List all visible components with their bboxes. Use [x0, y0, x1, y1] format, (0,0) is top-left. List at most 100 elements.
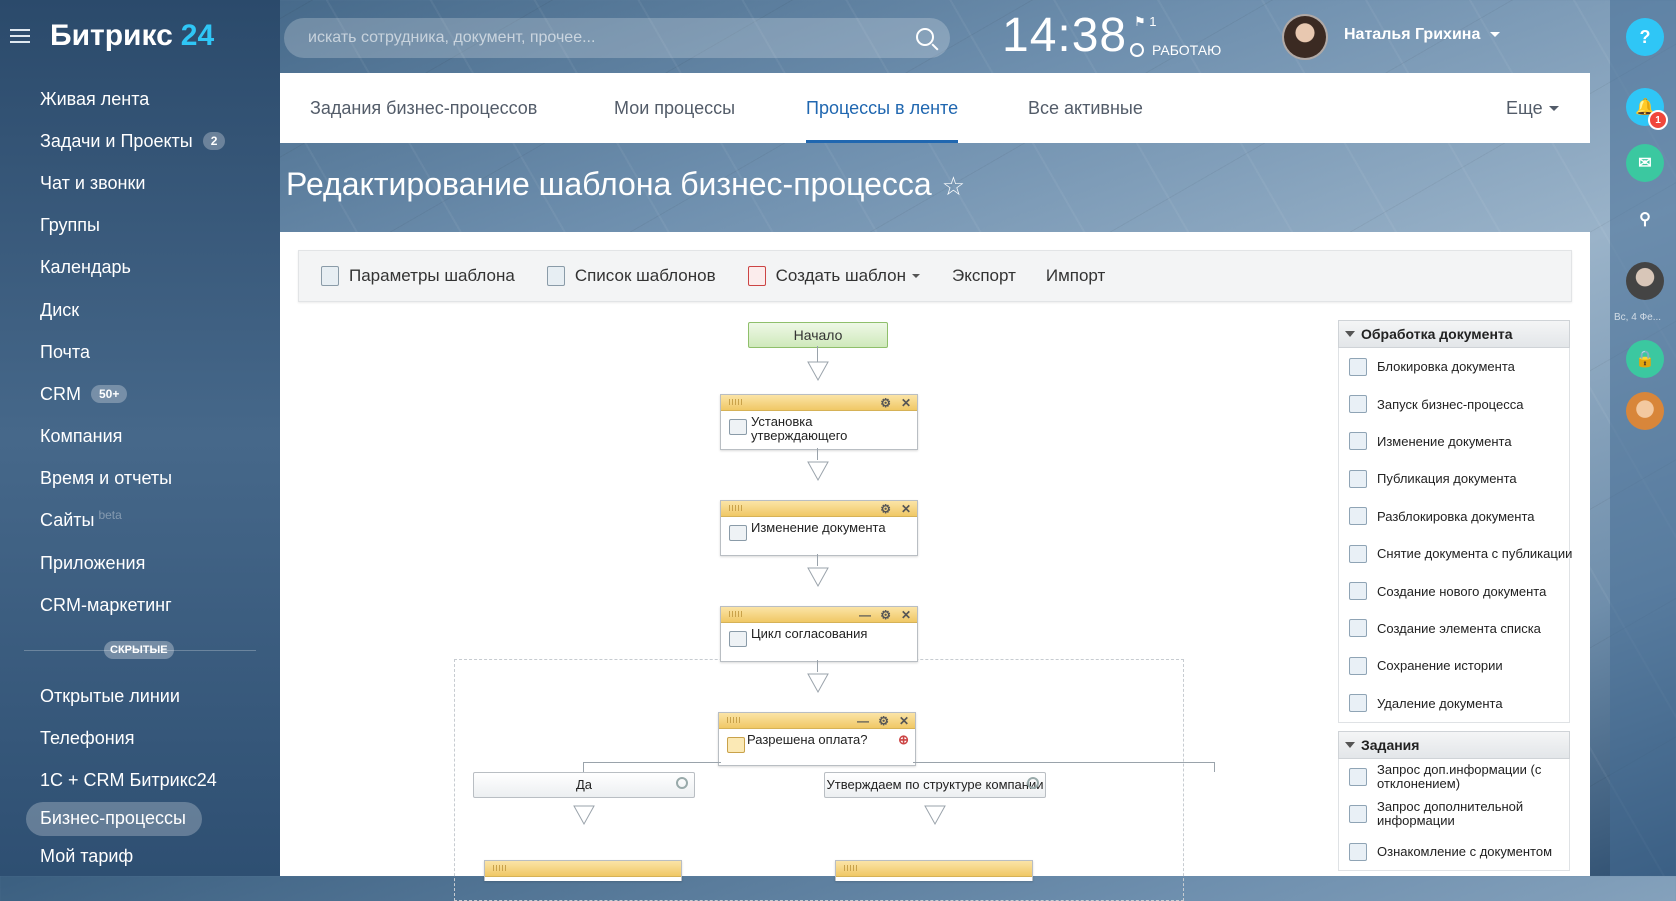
user-menu[interactable]: Наталья Грихина	[1344, 26, 1501, 44]
activity-node-set-approver[interactable]: ⚙ ✕ Установка утверждающего	[720, 394, 918, 450]
palette-item[interactable]: Создание нового документа	[1339, 572, 1569, 609]
sidebar-item-time[interactable]: Время и отчеты	[40, 458, 225, 500]
clock[interactable]: 14:38	[1002, 8, 1127, 63]
star-icon[interactable]: ☆	[942, 171, 965, 201]
branch-yes[interactable]: Да	[473, 772, 695, 798]
gear-icon[interactable]	[676, 777, 688, 789]
palette-item[interactable]: Публикация документа	[1339, 460, 1569, 497]
notification-count: 1	[1648, 110, 1668, 130]
palette-group-tasks[interactable]: Задания	[1338, 730, 1570, 759]
sidebar-item-apps[interactable]: Приложения	[40, 542, 225, 584]
lock-button[interactable]: 🔒	[1626, 340, 1664, 378]
palette-group-doc-processing[interactable]: Обработка документа	[1338, 320, 1570, 348]
search-icon[interactable]	[916, 28, 934, 46]
sidebar-item-crm[interactable]: CRM 50+	[40, 373, 225, 415]
variable-icon	[729, 419, 747, 435]
activity-node-approval-cycle[interactable]: — ⚙ ✕ Цикл согласования	[720, 606, 918, 662]
sidebar-item-tasks[interactable]: Задачи и Проекты 2	[40, 120, 226, 162]
activity-node-partial[interactable]	[835, 860, 1033, 881]
gear-icon[interactable]: ⚙	[880, 502, 891, 516]
params-icon	[321, 266, 339, 286]
tab-bp-tasks[interactable]: Задания бизнес-процессов	[310, 73, 537, 143]
gear-icon[interactable]: ⚙	[880, 608, 891, 622]
start-node[interactable]: Начало	[748, 322, 888, 348]
tab-all-active[interactable]: Все активные	[1028, 73, 1143, 143]
branch-structure[interactable]: Утверждаем по структуре компании	[824, 772, 1046, 798]
avatar[interactable]	[1282, 14, 1328, 60]
gear-icon[interactable]: ⚙	[880, 396, 891, 410]
template-list-button[interactable]: Список шаблонов	[546, 266, 716, 286]
help-button[interactable]: ?	[1626, 18, 1664, 56]
palette-item[interactable]: Сохранение истории	[1339, 647, 1569, 684]
contact-avatar-1[interactable]	[1626, 262, 1664, 300]
template-params-button[interactable]: Параметры шаблона	[321, 266, 515, 286]
tab-more[interactable]: Еще	[1506, 73, 1559, 143]
arrow-down-icon	[807, 361, 829, 382]
gear-icon[interactable]: ⚙	[878, 714, 889, 728]
search-panel-button[interactable]: ⚲	[1626, 200, 1664, 238]
close-icon[interactable]: ✕	[901, 396, 911, 410]
sidebar-item-mail[interactable]: Почта	[40, 331, 225, 373]
chevron-down-icon	[1548, 105, 1559, 111]
collapse-icon	[1345, 331, 1355, 337]
notifications-button[interactable]: 🔔 1	[1626, 88, 1668, 130]
palette-item[interactable]: Ознакомление с документом	[1339, 833, 1569, 870]
minimize-icon[interactable]: —	[859, 608, 871, 622]
minimize-icon[interactable]: —	[857, 714, 869, 728]
sidebar-item-calendar[interactable]: Календарь	[40, 247, 225, 289]
export-button[interactable]: Экспорт	[952, 266, 1016, 286]
close-icon[interactable]: ✕	[901, 502, 911, 516]
tabs-bar: Задания бизнес-процессов Мои процессы Пр…	[280, 73, 1590, 143]
hidden-items-toggle[interactable]: СКРЫТЫЕ	[104, 641, 174, 659]
palette-item[interactable]: Запрос доп.информации (с отклонением)	[1339, 759, 1569, 796]
palette-item[interactable]: Изменение документа	[1339, 423, 1569, 460]
add-branch-icon[interactable]: ⊕	[898, 733, 909, 747]
close-icon[interactable]: ✕	[899, 714, 909, 728]
sidebar-item-feed[interactable]: Живая лента	[40, 78, 225, 120]
delete-doc-icon	[1349, 694, 1367, 713]
sidebar-item-1c-crm[interactable]: 1С + CRM Битрикс24	[40, 759, 217, 801]
sidebar-item-disk[interactable]: Диск	[40, 289, 225, 331]
search-bar[interactable]	[284, 18, 950, 58]
palette-item[interactable]: Блокировка документа	[1339, 348, 1569, 385]
designer-toolbar: Параметры шаблона Список шаблонов Создат…	[298, 250, 1572, 302]
menu-icon[interactable]	[10, 29, 30, 43]
logo[interactable]: Битрикс 24	[50, 19, 214, 53]
palette-item[interactable]: Снятие документа с публикации	[1339, 535, 1572, 572]
create-template-button[interactable]: Создать шаблон	[747, 266, 920, 286]
connector	[913, 762, 1215, 763]
search-input[interactable]	[306, 28, 890, 48]
sidebar-item-tariff[interactable]: Мой тариф	[40, 836, 217, 878]
gear-icon[interactable]	[1027, 777, 1039, 789]
flag-indicator[interactable]: ⚑ 1	[1134, 14, 1157, 30]
sidebar-item-chat[interactable]: Чат и звонки	[40, 162, 225, 204]
activity-node-change-doc[interactable]: ⚙ ✕ Изменение документа	[720, 500, 918, 556]
sidebar-item-sites[interactable]: Сайты beta	[40, 500, 225, 542]
arrow-down-icon	[573, 805, 595, 826]
palette-item[interactable]: Запрос дополнительной информации	[1339, 796, 1569, 833]
unpublish-icon	[1349, 544, 1367, 563]
chat-button[interactable]: ✉	[1626, 144, 1664, 182]
contact-avatar-2[interactable]	[1626, 392, 1664, 430]
tab-feed-processes[interactable]: Процессы в ленте	[806, 73, 959, 143]
work-status[interactable]: РАБОТАЮ	[1130, 42, 1221, 58]
palette-item[interactable]: Запуск бизнес-процесса	[1339, 385, 1569, 422]
connector	[1214, 762, 1215, 772]
sidebar-item-business-processes[interactable]: Бизнес-процессы	[26, 801, 202, 836]
palette-item[interactable]: Разблокировка документа	[1339, 498, 1569, 535]
import-button[interactable]: Импорт	[1046, 266, 1105, 286]
condition-node-payment[interactable]: — ⚙ ✕ Разрешена оплата? ⊕	[718, 712, 916, 766]
node-label: Цикл согласования	[751, 626, 868, 641]
close-icon[interactable]: ✕	[901, 608, 911, 622]
sidebar-item-open-lines[interactable]: Открытые линии	[40, 675, 217, 717]
sidebar-item-company[interactable]: Компания	[40, 416, 225, 458]
flag-count: 1	[1149, 14, 1157, 29]
tab-my-processes[interactable]: Мои процессы	[614, 73, 735, 143]
activity-node-partial[interactable]	[484, 860, 682, 881]
sidebar-item-groups[interactable]: Группы	[40, 205, 225, 247]
sidebar-item-crm-marketing[interactable]: CRM-маркетинг	[40, 584, 225, 626]
publish-icon	[1349, 469, 1367, 488]
palette-item[interactable]: Удаление документа	[1339, 685, 1569, 722]
sidebar-item-telephony[interactable]: Телефония	[40, 717, 217, 759]
palette-item[interactable]: Создание элемента списка	[1339, 610, 1569, 647]
